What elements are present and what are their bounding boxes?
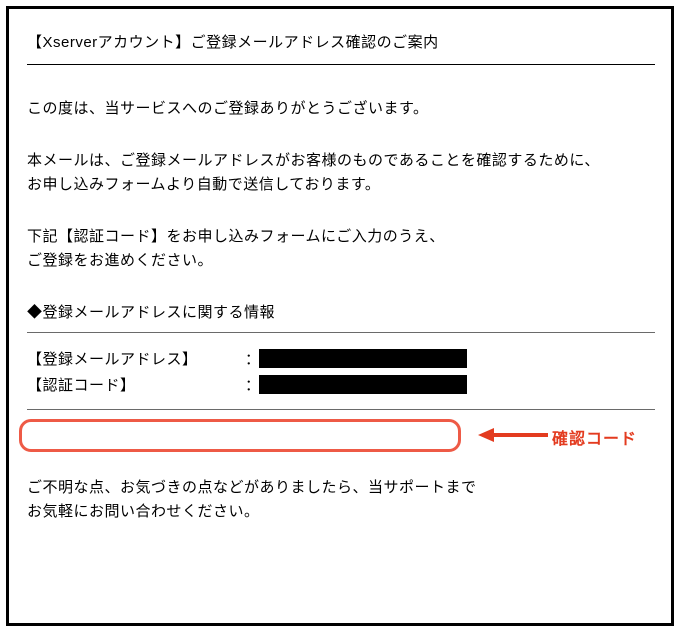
instruction-line-2: ご登録をお進めください。	[27, 252, 213, 269]
footer-line-1: ご不明な点、お気づきの点などがありましたら、当サポートまで	[27, 479, 477, 496]
colon: ：	[245, 374, 259, 395]
annotation-label: 確認コード	[552, 425, 637, 449]
section-divider	[27, 332, 655, 333]
greeting-text: この度は、当サービスへのご登録ありがとうございます。	[27, 97, 655, 121]
instruction-text: 下記【認証コード】をお申し込みフォームにご入力のうえ、 ご登録をお進めください。	[27, 225, 655, 273]
registered-email-value	[259, 349, 467, 368]
footer-line-2: お気軽にお問い合わせください。	[27, 503, 260, 520]
intro-line-2: お申し込みフォームより自動で送信しております。	[27, 176, 380, 193]
divider	[27, 64, 655, 65]
intro-text: 本メールは、ご登録メールアドレスがお客様のものであることを確認するために、 お申…	[27, 149, 655, 197]
verification-code-value	[259, 375, 467, 394]
verification-code-row: 【認証コード】 ：	[27, 371, 655, 397]
verification-code-label: 【認証コード】	[27, 374, 245, 395]
intro-line-1: 本メールは、ご登録メールアドレスがお客様のものであることを確認するために、	[27, 152, 600, 169]
email-subject: 【Xserverアカウント】ご登録メールアドレス確認のご案内	[27, 31, 655, 52]
email-frame: 【Xserverアカウント】ご登録メールアドレス確認のご案内 この度は、当サービ…	[6, 6, 674, 626]
registered-email-row: 【登録メールアドレス】 ：	[27, 345, 655, 371]
section-heading: ◆登録メールアドレスに関する情報	[27, 301, 655, 322]
redacted-block	[259, 375, 467, 394]
redacted-block	[259, 349, 467, 368]
footer-text: ご不明な点、お気づきの点などがありましたら、当サポートまで お気軽にお問い合わせ…	[27, 476, 655, 524]
instruction-line-1: 下記【認証コード】をお申し込みフォームにご入力のうえ、	[27, 228, 445, 245]
registered-email-label: 【登録メールアドレス】	[27, 348, 245, 369]
annotation-arrow	[478, 423, 548, 447]
colon: ：	[245, 348, 259, 369]
section-divider-bottom	[27, 409, 655, 410]
